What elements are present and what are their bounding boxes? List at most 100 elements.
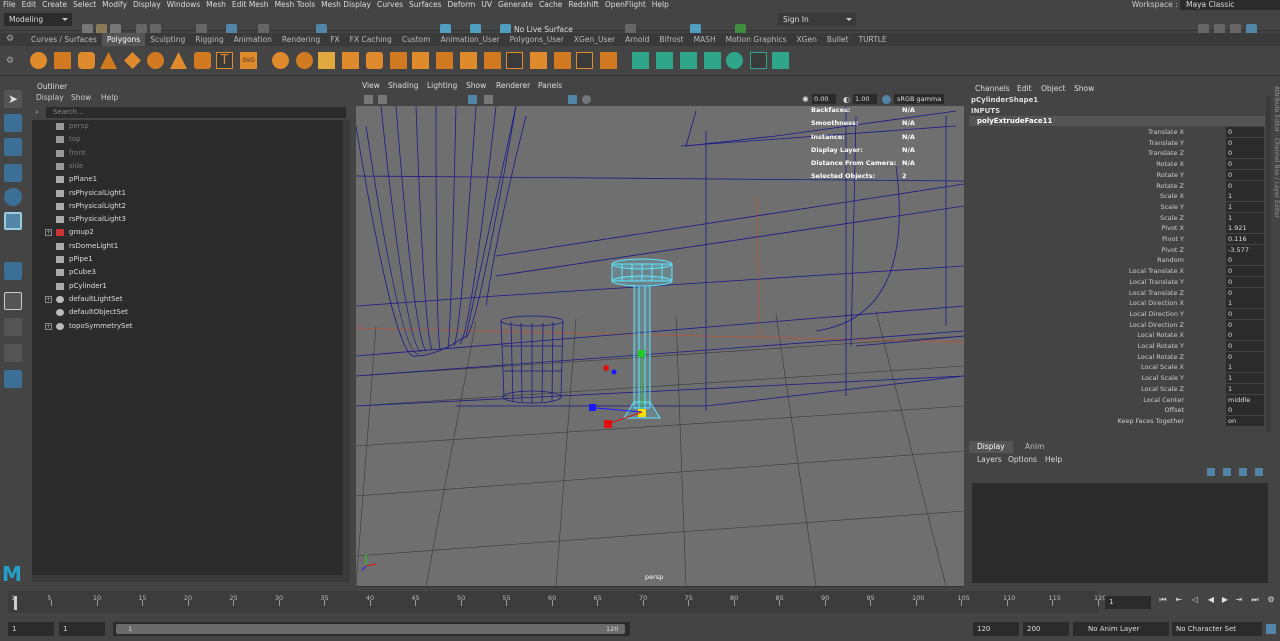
menu-curves[interactable]: Curves (374, 0, 406, 10)
select-camera-icon[interactable] (364, 95, 373, 104)
outliner-item[interactable]: top (32, 133, 342, 146)
channel-box-scrollbar[interactable] (1266, 96, 1271, 432)
range-bar-track[interactable]: 1 120 (113, 622, 630, 636)
menu-cache[interactable]: Cache (536, 0, 565, 10)
step-back-key-button[interactable]: ⇤ (1174, 595, 1184, 605)
shelf-tab-mash[interactable]: MASH (689, 33, 721, 46)
target-weld-icon[interactable] (554, 52, 571, 69)
character-set-dropdown[interactable]: No Character Set (1172, 622, 1262, 636)
channel-attribute-label[interactable]: Local Translate X (1129, 266, 1184, 277)
move-layer-down-icon[interactable] (1223, 468, 1231, 476)
channel-attribute-row[interactable]: Translate Z 0 (967, 148, 1265, 159)
menu-generate[interactable]: Generate (495, 0, 536, 10)
channel-attribute-label[interactable]: Scale Z (1160, 213, 1184, 224)
smooth-shade-icon[interactable] (582, 95, 591, 104)
channel-attribute-value[interactable]: 0.116 (1226, 234, 1264, 244)
shelf-tab-xgen[interactable]: XGen (792, 33, 822, 46)
shelf-tab-turtle[interactable]: TURTLE (853, 33, 891, 46)
channel-attribute-value[interactable]: 0 (1226, 169, 1264, 180)
side-tabs[interactable]: Attribute Editor · Channel Box / Layer E… (1273, 86, 1280, 246)
animation-preferences-icon[interactable]: ⚙ (1266, 595, 1276, 605)
poly-cube-icon[interactable] (54, 52, 71, 69)
menu-display[interactable]: Display (130, 0, 164, 10)
menu-uv[interactable]: UV (478, 0, 495, 10)
camera-attributes-icon[interactable] (378, 95, 387, 104)
shelf-tab-animation-user[interactable]: Animation_User (436, 33, 505, 46)
channel-attribute-value[interactable]: 0 (1226, 287, 1264, 298)
poly-cone-icon[interactable] (100, 52, 117, 69)
outliner-item[interactable]: pPipe1 (32, 253, 342, 266)
extract-icon[interactable] (390, 52, 407, 69)
outliner-item[interactable]: pCube3 (32, 266, 342, 279)
channel-attribute-value[interactable]: -3.577 (1226, 244, 1264, 255)
anim-layer-dropdown[interactable]: No Anim Layer (1073, 622, 1169, 636)
channel-attribute-value[interactable]: 0 (1226, 405, 1264, 416)
channel-attribute-row[interactable]: Scale Z 1 (967, 212, 1265, 224)
channel-attribute-value[interactable]: 0 (1226, 308, 1264, 319)
channel-attribute-label[interactable]: Local Direction X (1129, 298, 1184, 309)
play-backward-button[interactable]: ◀ (1206, 595, 1216, 605)
outliner-item[interactable]: rsPhysicalLight1 (32, 187, 342, 200)
new-layer-icon[interactable] (1239, 468, 1247, 476)
menu-mesh[interactable]: Mesh (203, 0, 229, 10)
channel-attribute-value[interactable]: 0 (1226, 330, 1264, 341)
go-to-start-button[interactable]: ⏮ (1158, 595, 1168, 605)
channel-attribute-row[interactable]: Translate Y 0 (967, 137, 1265, 149)
channel-attribute-row[interactable]: Scale X 1 (967, 191, 1265, 202)
menu-surfaces[interactable]: Surfaces (406, 0, 444, 10)
outliner-item[interactable]: rsDomeLight1 (32, 240, 342, 253)
move-tool-icon[interactable] (4, 164, 22, 182)
channel-attribute-row[interactable]: Random 0 (967, 255, 1265, 266)
booleans-icon[interactable] (342, 52, 359, 69)
outliner-item[interactable]: side (32, 160, 342, 173)
outliner-item[interactable]: rsPhysicalLight3 (32, 213, 342, 226)
layer-tab-anim[interactable]: Anim (1019, 441, 1050, 453)
menu-modify[interactable]: Modify (99, 0, 130, 10)
new-layer-selected-icon[interactable] (1255, 468, 1263, 476)
outliner-item[interactable]: defaultObjectSet (32, 306, 342, 319)
separate-icon[interactable] (296, 52, 313, 69)
viewport-menu-renderer[interactable]: Renderer (496, 81, 530, 90)
channel-attribute-row[interactable]: Offset 0 (967, 405, 1265, 416)
channel-attribute-row[interactable]: Rotate Z 0 (967, 180, 1265, 192)
menu-select[interactable]: Select (70, 0, 99, 10)
channel-attribute-label[interactable]: Translate Z (1148, 148, 1184, 159)
channel-attribute-value[interactable]: 1 (1226, 383, 1264, 394)
channel-attribute-row[interactable]: Scale Y 1 (967, 201, 1265, 213)
connect-icon[interactable] (576, 52, 593, 69)
auto-key-icon[interactable] (1266, 624, 1276, 634)
layer-list[interactable] (972, 483, 1268, 583)
shelf-menu-icon[interactable]: ⚙ (6, 56, 16, 66)
channel-attribute-value[interactable]: 0 (1226, 341, 1264, 351)
automatic-uv-icon[interactable] (704, 52, 721, 69)
channel-attribute-label[interactable]: Local Direction Y (1130, 309, 1184, 320)
expand-icon[interactable]: + (45, 322, 52, 330)
channel-attribute-row[interactable]: Local Direction X 1 (967, 298, 1265, 309)
channel-attribute-label[interactable]: Scale Y (1160, 202, 1184, 213)
channel-attribute-row[interactable]: Local Scale Y 1 (967, 373, 1265, 384)
channel-attribute-label[interactable]: Local Translate Z (1129, 288, 1184, 299)
channel-attribute-row[interactable]: Local Direction Z 0 (967, 319, 1265, 331)
smooth-icon[interactable] (318, 52, 335, 69)
layer-menu-help[interactable]: Help (1045, 455, 1062, 464)
uv-editor-icon[interactable] (726, 52, 743, 69)
shelf-tab-xgen-user[interactable]: XGen_User (569, 33, 620, 46)
channel-menu-object[interactable]: Object (1041, 84, 1065, 93)
layer-menu-layers[interactable]: Layers (977, 455, 1002, 464)
menu-windows[interactable]: Windows (164, 0, 203, 10)
channel-attribute-row[interactable]: Local Scale X 1 (967, 362, 1265, 373)
viewport-menu-show[interactable]: Show (466, 81, 486, 90)
menu-file[interactable]: File (0, 0, 19, 10)
rotate-tool-icon[interactable] (4, 188, 22, 206)
outliner-menu-help[interactable]: Help (101, 93, 118, 102)
film-gate-icon[interactable] (484, 95, 493, 104)
unfold-uv-icon[interactable] (772, 52, 789, 69)
channel-attribute-label[interactable]: Local Scale X (1141, 362, 1184, 373)
channel-attribute-label[interactable]: Rotate Y (1157, 170, 1184, 181)
shelf-tab-polygons[interactable]: Polygons (101, 33, 146, 46)
viewport-menu-lighting[interactable]: Lighting (427, 81, 457, 90)
channel-attribute-value[interactable]: middle (1226, 394, 1264, 405)
show-manipulator-icon[interactable] (4, 262, 22, 280)
step-back-frame-button[interactable]: ◁ (1190, 595, 1200, 605)
channel-attribute-label[interactable]: Translate X (1148, 127, 1184, 138)
